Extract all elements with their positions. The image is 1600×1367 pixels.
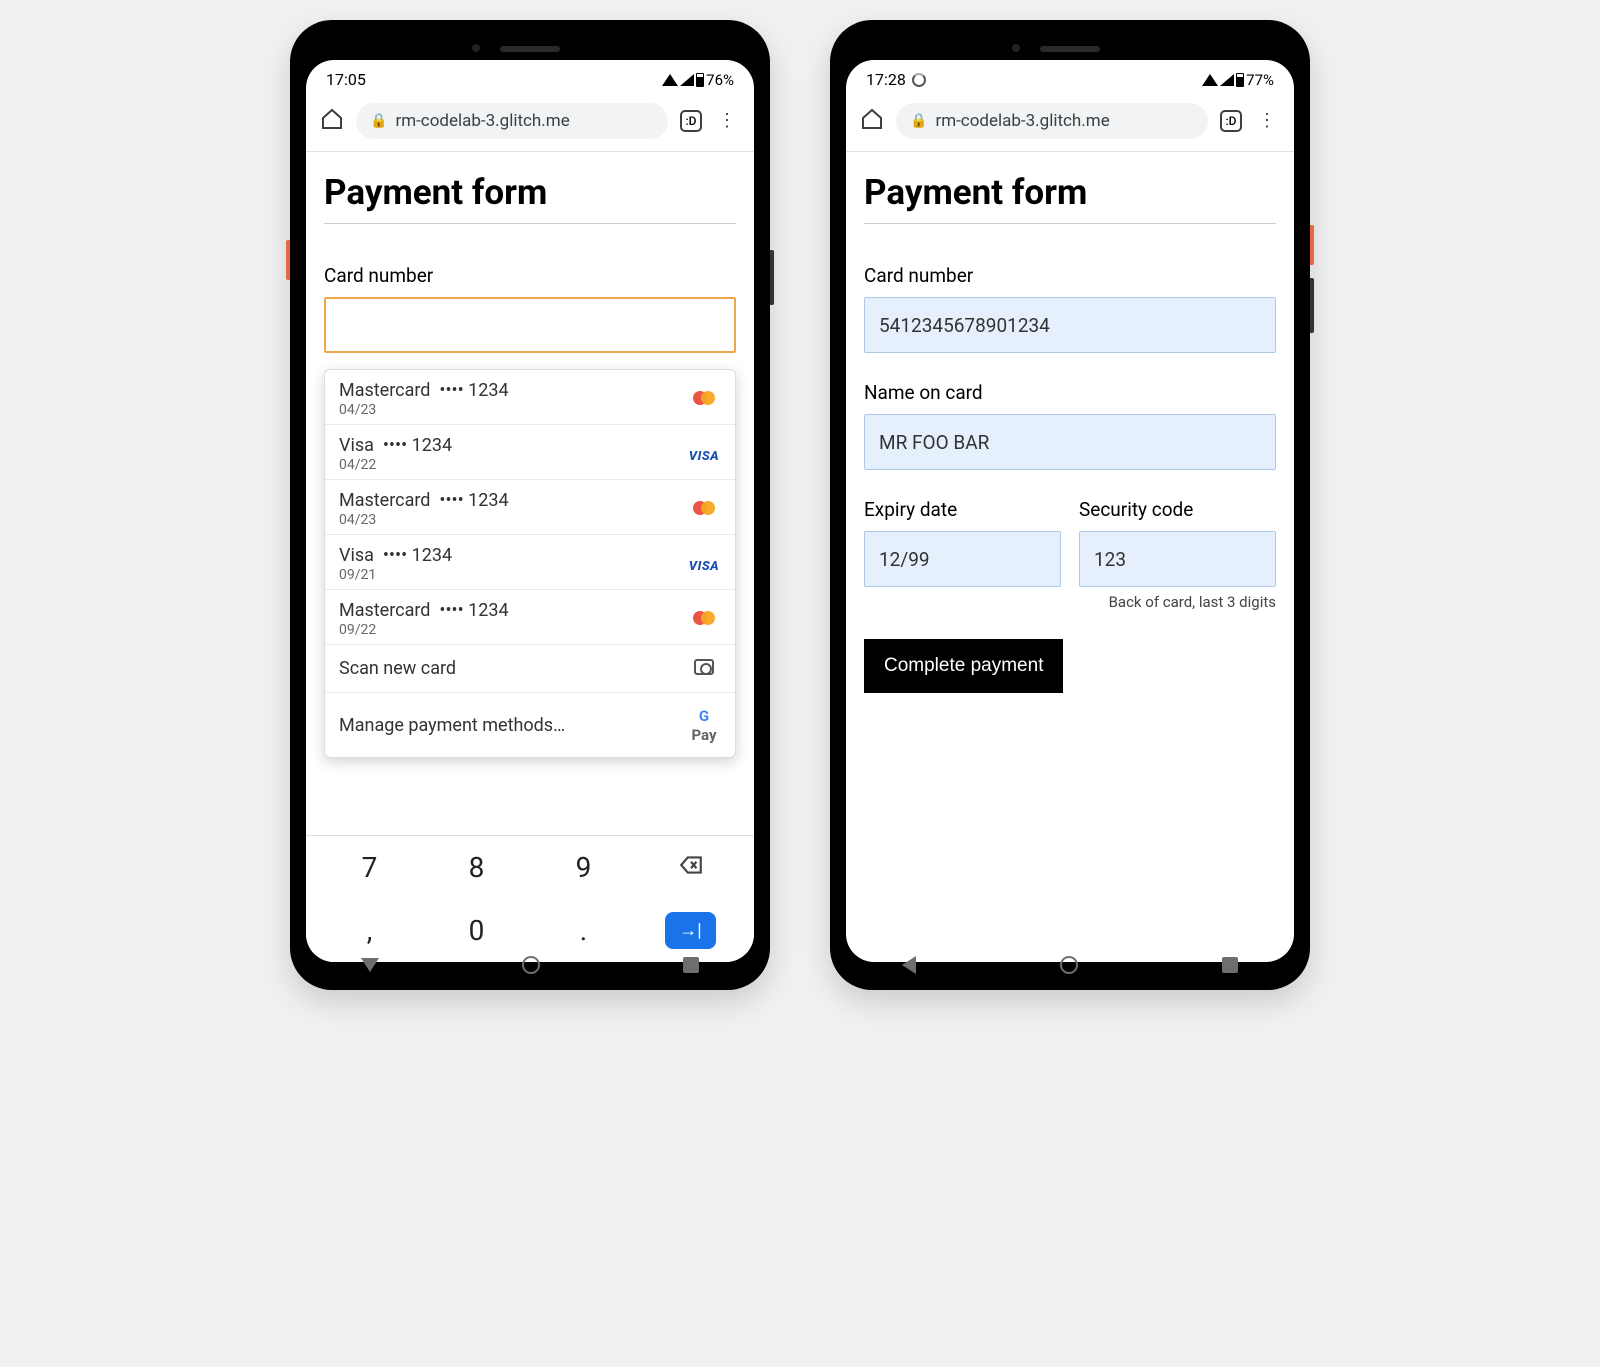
browser-toolbar: 🔒 rm-codelab-3.glitch.me :D ⋮ <box>846 95 1294 152</box>
autofill-card-item[interactable]: Visa •••• 1234 04/22 VISA <box>325 425 735 480</box>
divider <box>864 223 1276 224</box>
nav-back-icon[interactable] <box>361 958 379 972</box>
menu-button[interactable]: ⋮ <box>714 108 740 134</box>
nav-back-icon[interactable] <box>902 956 916 974</box>
card-number-label: Card number <box>324 264 736 287</box>
page-title: Payment form <box>864 172 1276 213</box>
signal-icon <box>680 74 694 86</box>
mastercard-icon <box>693 501 715 515</box>
status-bar: 17:28 77% <box>846 60 1294 95</box>
phone-device-left: 17:05 76% 🔒 rm-codelab-3.glitch.me :D ⋮ … <box>290 20 770 990</box>
status-time: 17:28 <box>866 70 906 89</box>
gpay-icon: G Pay <box>691 707 716 744</box>
battery-icon <box>696 73 704 87</box>
key-comma[interactable]: , <box>316 914 423 947</box>
home-icon[interactable] <box>860 107 884 135</box>
backspace-key[interactable] <box>637 852 744 884</box>
key-8[interactable]: 8 <box>423 851 530 884</box>
complete-payment-button[interactable]: Complete payment <box>864 639 1063 693</box>
tabs-button[interactable]: :D <box>680 110 702 132</box>
lock-icon: 🔒 <box>910 113 927 129</box>
lock-icon: 🔒 <box>370 113 387 129</box>
name-on-card-input[interactable]: MR FOO BAR <box>864 414 1276 470</box>
expiry-label: Expiry date <box>864 498 1061 521</box>
url-text: rm-codelab-3.glitch.me <box>395 111 569 131</box>
key-dot[interactable]: . <box>530 914 637 947</box>
mastercard-icon <box>693 391 715 405</box>
signal-icon <box>1220 74 1234 86</box>
card-number-input[interactable] <box>324 297 736 353</box>
security-code-help: Back of card, last 3 digits <box>1079 593 1276 611</box>
power-button <box>286 240 290 280</box>
name-on-card-label: Name on card <box>864 381 1276 404</box>
expiry-input[interactable]: 12/99 <box>864 531 1061 587</box>
system-nav-bar <box>290 944 770 986</box>
battery-icon <box>1236 73 1244 87</box>
tabs-button[interactable]: :D <box>1220 110 1242 132</box>
data-saver-icon <box>912 73 926 87</box>
browser-toolbar: 🔒 rm-codelab-3.glitch.me :D ⋮ <box>306 95 754 152</box>
url-text: rm-codelab-3.glitch.me <box>935 111 1109 131</box>
nav-home-icon[interactable] <box>1060 956 1078 974</box>
autofill-card-item[interactable]: Mastercard •••• 1234 09/22 <box>325 590 735 645</box>
system-nav-bar <box>830 944 1310 986</box>
divider <box>324 223 736 224</box>
page-content: Payment form Card number Mastercard ••••… <box>306 152 754 962</box>
phone-device-right: 17:28 77% 🔒 rm-codelab-3.glitch.me :D ⋮ <box>830 20 1310 990</box>
mastercard-icon <box>693 611 715 625</box>
wifi-icon <box>1202 74 1218 86</box>
battery-percent: 77% <box>1246 71 1274 89</box>
key-0[interactable]: 0 <box>423 914 530 947</box>
page-title: Payment form <box>324 172 736 213</box>
volume-button <box>1310 278 1314 333</box>
screen: 17:05 76% 🔒 rm-codelab-3.glitch.me :D ⋮ … <box>306 60 754 962</box>
menu-button[interactable]: ⋮ <box>1254 108 1280 134</box>
autofill-card-item[interactable]: Mastercard •••• 1234 04/23 <box>325 480 735 535</box>
url-bar[interactable]: 🔒 rm-codelab-3.glitch.me <box>356 103 668 139</box>
key-7[interactable]: 7 <box>316 851 423 884</box>
autofill-dropdown: Mastercard •••• 1234 04/23 Visa •••• 123… <box>324 369 736 758</box>
numeric-keyboard: 7 8 9 , 0 . →| <box>306 835 754 962</box>
card-number-label: Card number <box>864 264 1276 287</box>
screen: 17:28 77% 🔒 rm-codelab-3.glitch.me :D ⋮ <box>846 60 1294 962</box>
camera-icon <box>694 659 714 675</box>
status-bar: 17:05 76% <box>306 60 754 95</box>
volume-button <box>770 250 774 305</box>
visa-icon: VISA <box>689 449 719 464</box>
autofill-card-item[interactable]: Visa •••• 1234 09/21 VISA <box>325 535 735 590</box>
autofill-card-item[interactable]: Mastercard •••• 1234 04/23 <box>325 370 735 425</box>
manage-payments-button[interactable]: Manage payment methods… G Pay <box>325 693 735 757</box>
security-code-input[interactable]: 123 <box>1079 531 1276 587</box>
scan-card-button[interactable]: Scan new card <box>325 645 735 693</box>
home-icon[interactable] <box>320 107 344 135</box>
security-code-label: Security code <box>1079 498 1276 521</box>
visa-icon: VISA <box>689 559 719 574</box>
status-time: 17:05 <box>326 70 366 89</box>
card-number-input[interactable]: 5412345678901234 <box>864 297 1276 353</box>
battery-percent: 76% <box>706 71 734 89</box>
nav-home-icon[interactable] <box>522 956 540 974</box>
key-9[interactable]: 9 <box>530 851 637 884</box>
power-button <box>1310 225 1314 265</box>
nav-recent-icon[interactable] <box>683 957 699 973</box>
nav-recent-icon[interactable] <box>1222 957 1238 973</box>
page-content: Payment form Card number 541234567890123… <box>846 152 1294 962</box>
url-bar[interactable]: 🔒 rm-codelab-3.glitch.me <box>896 103 1208 139</box>
wifi-icon <box>662 74 678 86</box>
